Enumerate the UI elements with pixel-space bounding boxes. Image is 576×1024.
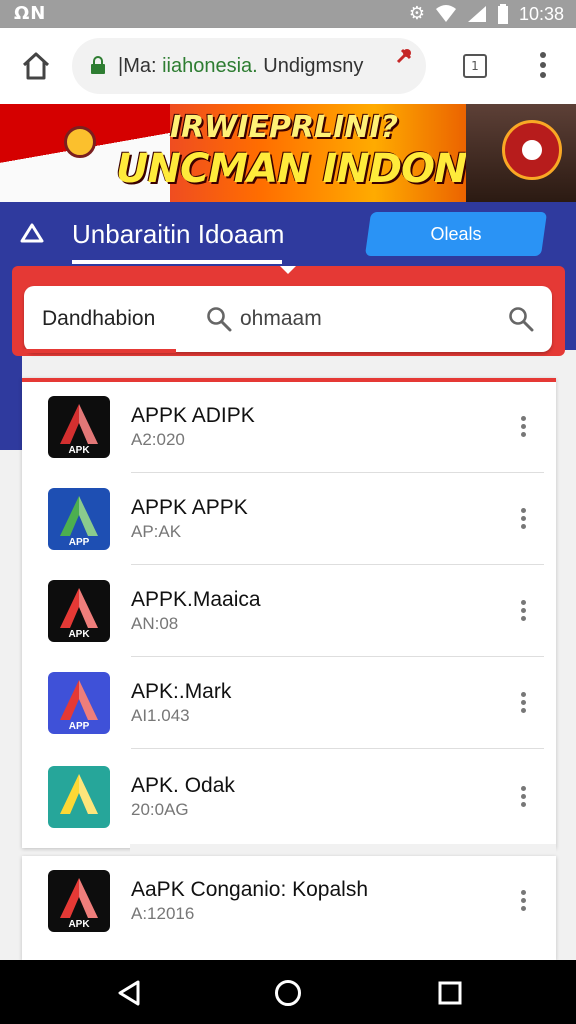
apk-logo-icon: APP: [48, 672, 110, 734]
apk-logo-icon: APK: [48, 870, 110, 932]
more-options-icon[interactable]: [518, 786, 528, 810]
status-bar: ΩΝ ⚙ 10:38: [0, 0, 576, 28]
search-active-indicator: [24, 349, 176, 353]
app-version: AP:AK: [131, 522, 182, 541]
pin-icon[interactable]: [392, 46, 414, 68]
apk-logo-icon: APP: [48, 488, 110, 550]
app-list-item[interactable]: APP APK:.Mark AI1.043: [0, 654, 576, 749]
caret-down-icon: [280, 266, 296, 274]
app-list-item[interactable]: APK AaPK Conganio: Kopalsh A:12016: [0, 852, 576, 944]
app-title: APK. Odak: [131, 774, 235, 797]
address-bar[interactable]: |Ma: iiahonesia. Undigmsny: [72, 38, 426, 94]
signal-icon: [467, 6, 486, 22]
lock-icon: [91, 56, 105, 74]
banner-line-1: IRWIEPRLINI?: [170, 110, 399, 145]
app-title: APPK.Maaica: [131, 588, 261, 611]
status-indicators: ΩΝ: [14, 3, 47, 24]
overflow-menu-icon[interactable]: [535, 52, 551, 82]
search-icon[interactable]: [206, 306, 232, 332]
system-navigation-bar: [0, 960, 576, 1024]
home-circle-icon[interactable]: [274, 979, 302, 1007]
search-category-label[interactable]: Dandhabion: [42, 307, 155, 331]
more-options-icon[interactable]: [518, 600, 528, 624]
url-text: |Ma: iiahonesia. Undigmsny: [118, 55, 364, 77]
app-title: APK:.Mark: [131, 680, 232, 703]
app-title: APPK ADIPK: [131, 404, 255, 427]
app-icon[interactable]: APK: [48, 580, 110, 642]
more-options-icon[interactable]: [518, 508, 528, 532]
app-list-item[interactable]: APK APPK ADIPK A2:020: [0, 378, 576, 473]
deals-button[interactable]: Oleals: [364, 212, 548, 256]
app-icon[interactable]: APP: [48, 672, 110, 734]
svg-text:APK: APK: [68, 445, 90, 456]
app-version: 20:0AG: [131, 800, 189, 819]
more-options-icon[interactable]: [518, 890, 528, 914]
wifi-icon: [435, 5, 456, 22]
settings-gear-icon: ⚙: [408, 3, 425, 24]
app-icon[interactable]: APK: [48, 870, 110, 932]
app-version: A:12016: [131, 904, 195, 923]
search-input[interactable]: ohmaam: [240, 307, 322, 331]
section-title: Unbaraitin Idoaam: [72, 219, 285, 249]
app-title: AaPK Conganio: Kopalsh: [131, 878, 368, 901]
svg-text:APP: APP: [69, 721, 90, 732]
warning-triangle-icon: [20, 223, 44, 243]
app-list-item[interactable]: APP APPK APPK AP:AK: [0, 470, 576, 565]
more-options-icon[interactable]: [518, 692, 528, 716]
browser-toolbar: |Ma: iiahonesia. Undigmsny 1: [0, 28, 576, 104]
svg-text:APP: APP: [69, 537, 90, 548]
apk-logo-icon: APK: [48, 580, 110, 642]
back-icon[interactable]: [116, 979, 142, 1007]
app-list-item[interactable]: APK APPK.Maaica AN:08: [0, 562, 576, 657]
search-bar[interactable]: Dandhabion ohmaam: [24, 286, 552, 352]
app-icon[interactable]: APP: [48, 488, 110, 550]
status-time: 10:38: [518, 3, 564, 24]
more-options-icon[interactable]: [518, 416, 528, 440]
apk-logo-icon: APK: [48, 396, 110, 458]
app-version: AN:08: [131, 614, 179, 633]
tab-switcher-button[interactable]: 1: [463, 54, 487, 78]
app-title: APPK APPK: [131, 496, 248, 519]
svg-text:APK: APK: [68, 919, 90, 930]
recent-apps-icon[interactable]: [438, 981, 462, 1005]
app-icon[interactable]: [48, 766, 110, 828]
section-underline: [72, 260, 282, 264]
emblem-icon: [64, 126, 96, 158]
banner-figure-image: [466, 104, 576, 202]
app-version: AI1.043: [131, 706, 190, 725]
home-icon[interactable]: [18, 48, 54, 84]
apk-logo-icon: [48, 766, 110, 828]
promo-banner[interactable]: IRWIEPRLINI? UNCMAN INDONSIA: [0, 104, 576, 202]
app-list-item[interactable]: APK. Odak 20:0AG: [0, 748, 576, 840]
svg-text:APK: APK: [68, 629, 90, 640]
section-header: Unbaraitin Idoaam Oleals: [0, 202, 576, 266]
search-submit-icon[interactable]: [508, 306, 534, 332]
battery-icon: [497, 4, 508, 24]
app-version: A2:020: [131, 430, 185, 449]
app-icon[interactable]: APK: [48, 396, 110, 458]
no-symbol-badge-icon: [502, 120, 562, 180]
